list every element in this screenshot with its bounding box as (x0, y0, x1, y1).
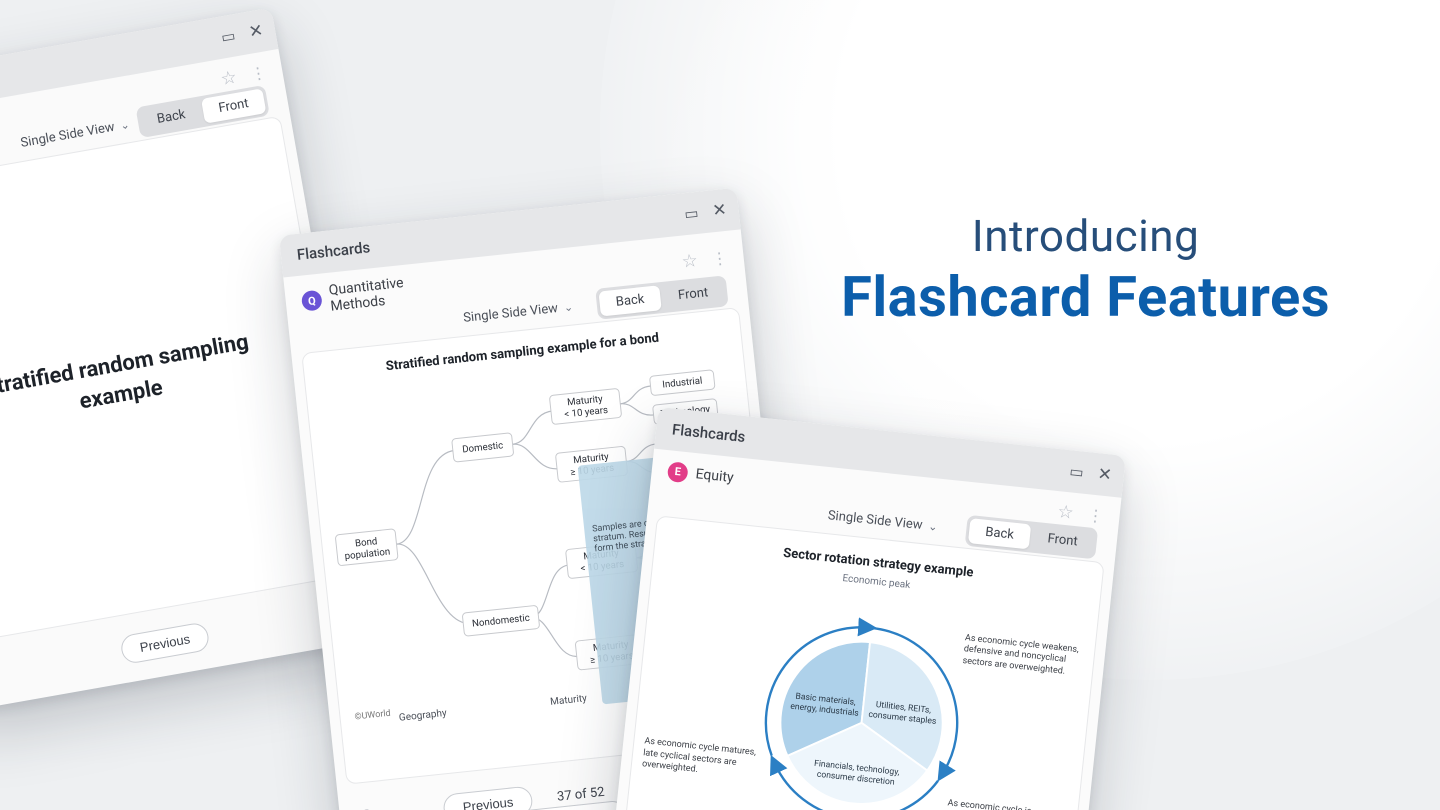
subject: Q Quantitative Methods (300, 273, 421, 317)
note-bottom-right: As economic cycle is bottoming, early cy… (945, 799, 1068, 810)
window-title: Flashcards (671, 420, 746, 446)
pie-chart: Basic materials, energy, industrials Uti… (746, 607, 977, 810)
axis-maturity: Maturity (550, 693, 588, 708)
pie-wrap: As economic cycle weakens, defensive and… (635, 571, 1088, 810)
headline-small: Introducing (841, 210, 1330, 262)
star-icon[interactable]: ☆ (1056, 501, 1074, 524)
chevron-down-icon: ⌄ (119, 118, 130, 132)
window-close-icon[interactable]: ✕ (247, 22, 264, 41)
subject-label: Equity (695, 466, 735, 486)
headline-big: Flashcard Features (841, 264, 1330, 330)
more-icon[interactable]: ⋮ (1087, 505, 1105, 526)
chevron-down-icon: ⌄ (563, 301, 574, 315)
window-close-icon[interactable]: ✕ (712, 201, 728, 219)
more-icon[interactable]: ⋮ (711, 248, 729, 269)
tab-back[interactable]: Back (139, 99, 203, 134)
chevron-down-icon: ⌄ (928, 520, 939, 534)
card-prompt: Stratified random sampling example (0, 316, 325, 445)
subject-label: Quantitative Methods (328, 273, 421, 314)
star-icon[interactable]: ☆ (681, 250, 699, 273)
tab-front[interactable]: Front (201, 88, 267, 123)
tab-back[interactable]: Back (599, 285, 662, 316)
star-icon[interactable]: ☆ (219, 67, 239, 90)
flashcard-window-3: Flashcards ▭ ✕ E Equity ☆ ⋮ Single Side … (604, 407, 1126, 810)
note-bottom-left: As economic cycle matures, late cyclical… (641, 737, 764, 783)
window-close-icon[interactable]: ✕ (1097, 466, 1113, 484)
tab-back[interactable]: Back (968, 518, 1031, 549)
subject-badge-icon: Q (301, 290, 323, 312)
window-title: Flashcards (296, 238, 371, 264)
note-top-right: As economic cycle weakens, defensive and… (962, 633, 1085, 679)
window-restore-icon[interactable]: ▭ (1069, 464, 1085, 480)
card-body: Sector rotation strategy example Economi… (615, 515, 1105, 810)
view-mode-label: Single Side View (463, 301, 559, 326)
subject: E Equity (667, 461, 735, 488)
previous-button[interactable]: Previous (443, 785, 534, 810)
headline: Introducing Flashcard Features (841, 210, 1330, 330)
view-mode-label: Single Side View (827, 508, 923, 533)
tag-icon[interactable]: 🏷 (361, 806, 383, 810)
previous-button[interactable]: Previous (119, 621, 211, 665)
axis-geography: Geography (398, 708, 447, 724)
window-restore-icon[interactable]: ▭ (684, 205, 700, 221)
tab-front[interactable]: Front (1030, 525, 1094, 556)
subject-badge-icon: E (667, 461, 689, 483)
tab-front[interactable]: Front (661, 279, 725, 310)
window-restore-icon[interactable]: ▭ (220, 28, 237, 45)
more-icon[interactable]: ⋮ (249, 63, 268, 84)
